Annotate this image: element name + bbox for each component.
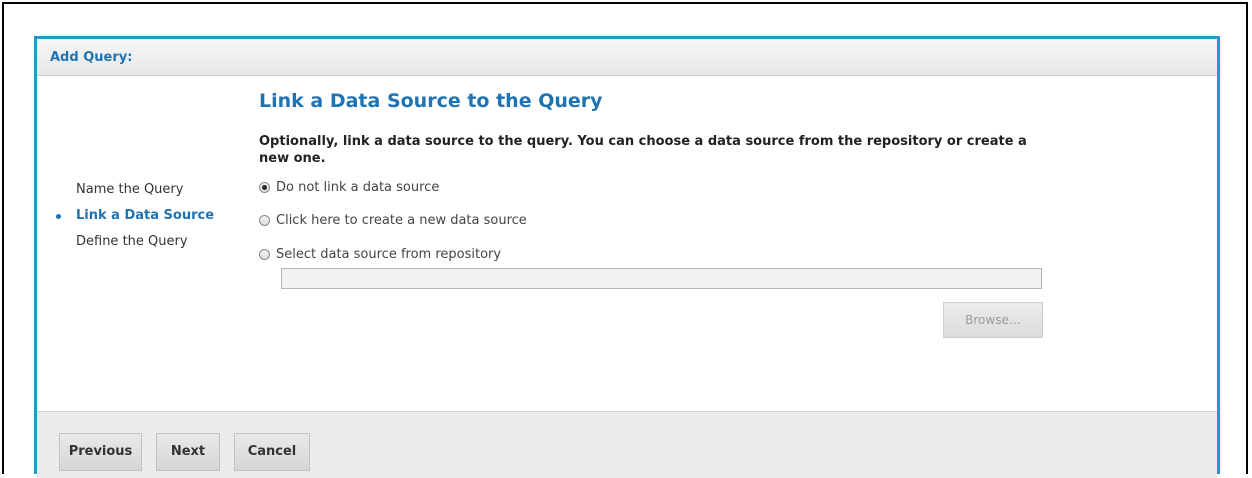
step-link-a-data-source: Link a Data Source <box>56 203 215 229</box>
page-title: Link a Data Source to the Query <box>259 90 603 112</box>
instructions-text: Optionally, link a data source to the qu… <box>259 134 1027 166</box>
step-label: Link a Data Source <box>76 208 215 223</box>
option-select-from-repository[interactable]: Select data source from repository <box>259 247 501 262</box>
browse-button[interactable]: Browse… <box>943 302 1043 338</box>
current-step-bullet-icon <box>56 214 61 219</box>
previous-button[interactable]: Previous <box>59 433 142 471</box>
step-define-the-query: Define the Query <box>63 229 214 255</box>
step-name-the-query: Name the Query <box>63 177 214 203</box>
add-query-dialog: Add Query: Name the Query Link a Data So… <box>34 36 1220 478</box>
radio-select-from-repository[interactable] <box>259 249 270 260</box>
cancel-button[interactable]: Cancel <box>234 433 310 471</box>
option-label: Select data source from repository <box>276 247 502 262</box>
option-create-new-data-source[interactable]: Click here to create a new data source <box>259 213 527 228</box>
radio-create-new-data-source[interactable] <box>259 215 270 226</box>
option-do-not-link[interactable]: Do not link a data source <box>259 180 439 195</box>
wizard-steps: Name the Query Link a Data Source Define… <box>56 177 215 255</box>
step-label: Define the Query <box>76 234 188 249</box>
step-label: Name the Query <box>76 182 184 197</box>
dialog-title: Add Query: <box>50 50 133 65</box>
radio-do-not-link[interactable] <box>259 182 270 193</box>
dialog-title-bar: Add Query: <box>37 39 1217 76</box>
option-label: Do not link a data source <box>276 180 440 195</box>
option-label: Click here to create a new data source <box>276 213 527 228</box>
dialog-footer: Previous Next Cancel <box>37 411 1217 478</box>
repository-path-input[interactable] <box>281 268 1042 289</box>
next-button[interactable]: Next <box>156 433 220 471</box>
